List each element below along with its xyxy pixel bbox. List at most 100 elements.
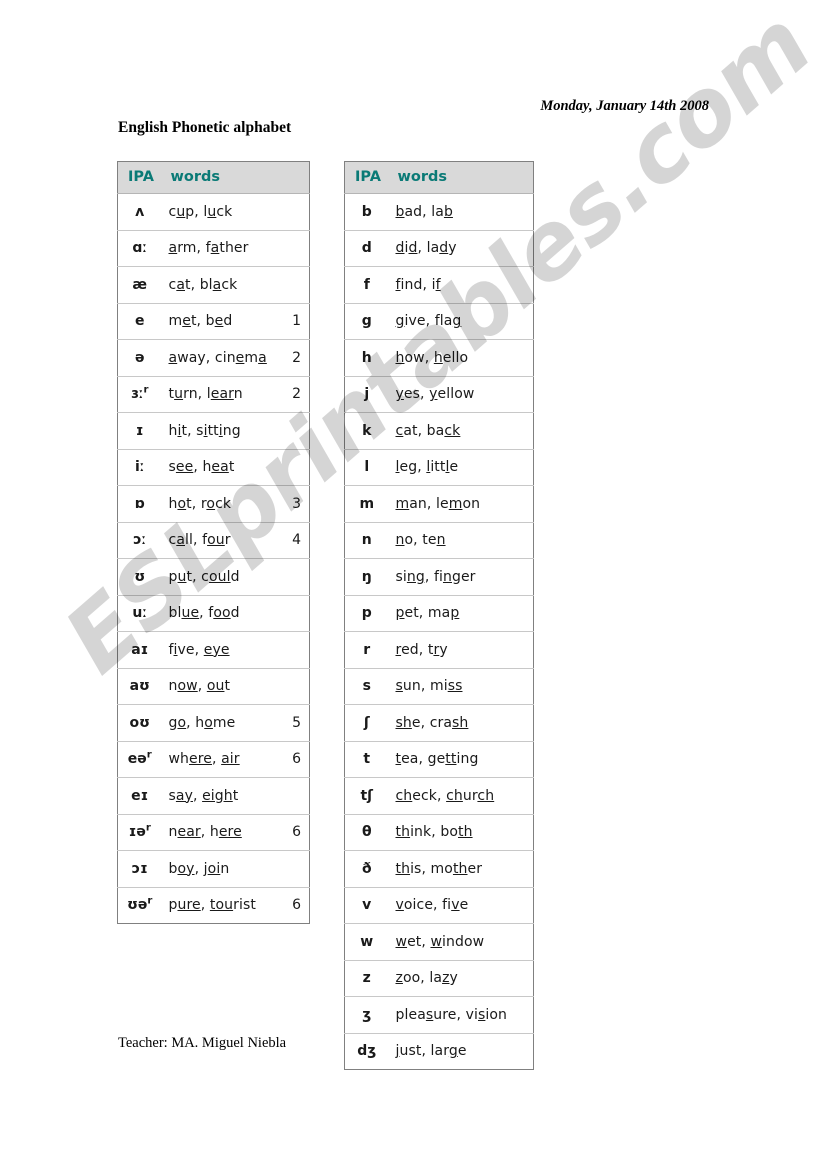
note-number: 2 bbox=[279, 375, 310, 413]
example-words: five, eye bbox=[161, 631, 280, 668]
table-row: ʒ pleasure, vision bbox=[344, 996, 534, 1033]
table-row: f find, if bbox=[344, 266, 534, 303]
ipa-symbol: l bbox=[344, 448, 389, 486]
table-row: h how, hello bbox=[344, 339, 534, 376]
ipa-symbol: eər bbox=[117, 740, 162, 778]
table-row: t tea, getting bbox=[344, 740, 534, 778]
example-words: go, home bbox=[161, 704, 280, 741]
table-row: θ think, both bbox=[344, 813, 534, 851]
table-row: eər where, air 6 bbox=[117, 740, 310, 778]
ipa-symbol: v bbox=[344, 886, 389, 924]
note-number: 1 bbox=[279, 302, 310, 340]
example-words: near, here bbox=[161, 813, 280, 851]
ipa-symbol: b bbox=[361, 203, 372, 220]
ipa-symbol: e bbox=[117, 302, 162, 340]
example-words: check, church bbox=[388, 777, 534, 814]
example-words: call, four bbox=[161, 521, 280, 559]
table-row: d did, lady bbox=[344, 229, 534, 267]
ipa-symbol: ɔː bbox=[117, 521, 162, 559]
table-row: uː blue, food bbox=[117, 594, 310, 632]
table-row: ŋ sing, finger bbox=[344, 558, 534, 595]
ipa-symbol: ʊər bbox=[117, 886, 162, 924]
column-header-ipa: IPA bbox=[117, 161, 162, 194]
ipa-symbol: n bbox=[344, 521, 389, 559]
example-words: man, lemon bbox=[388, 485, 534, 522]
document-date: Monday, January 14th 2008 bbox=[540, 98, 709, 114]
consonants-table-header: IPA words bbox=[344, 161, 534, 194]
ipa-symbol: t bbox=[344, 740, 389, 778]
example-words: she, crash bbox=[388, 704, 534, 741]
page-title: English Phonetic alphabet bbox=[118, 119, 292, 136]
ipa-symbol: ə bbox=[117, 339, 162, 376]
table-row: n no, ten bbox=[344, 521, 534, 559]
vowels-table-body: ʌ cup, luck ɑː arm, father æ cat, black e met, … bbox=[117, 194, 310, 924]
column-header-words: words bbox=[388, 161, 534, 194]
note-number bbox=[279, 631, 310, 668]
note-number bbox=[279, 667, 310, 705]
column-header-note bbox=[279, 161, 310, 194]
note-number bbox=[279, 412, 310, 449]
example-words: hit, sitting bbox=[161, 412, 280, 449]
example-words: just, large bbox=[388, 1032, 534, 1070]
example-words: cat, black bbox=[161, 266, 280, 303]
ipa-symbol: ɔɪ bbox=[117, 850, 162, 887]
ipa-symbol: p bbox=[344, 594, 389, 632]
example-words: now, out bbox=[161, 667, 280, 705]
note-number bbox=[279, 850, 310, 887]
table-row: s sun, miss bbox=[344, 667, 534, 705]
ipa-symbol: h bbox=[344, 339, 389, 376]
example-words: cat, back bbox=[388, 412, 534, 449]
table-row: tʃ check, church bbox=[344, 777, 534, 814]
table-row: v voice, five bbox=[344, 886, 534, 924]
ipa-symbol: ɪər bbox=[117, 813, 162, 851]
ipa-symbol: oʊ bbox=[117, 704, 162, 741]
example-words: yes, yellow bbox=[388, 375, 534, 413]
table-row: l leg, little bbox=[344, 448, 534, 486]
vowels-table: IPA words ʌ cup, luck ɑː arm, father æ cat, b… bbox=[117, 161, 310, 924]
ipa-symbol: ʒ bbox=[344, 996, 389, 1033]
ipa-symbol: ɒ bbox=[117, 485, 162, 522]
table-row: e met, bed 1 bbox=[117, 302, 310, 340]
table-row: ʊ put, could bbox=[117, 558, 310, 595]
table-row: ʊər pure, tourist 6 bbox=[117, 886, 310, 924]
table-row: ɪər near, here 6 bbox=[117, 813, 310, 851]
ipa-symbol: w bbox=[344, 923, 389, 960]
example-words: sing, finger bbox=[388, 558, 534, 595]
table-row: ə away, cinema 2 bbox=[117, 339, 310, 376]
example-words: pleasure, vision bbox=[388, 996, 534, 1033]
example-words: sun, miss bbox=[388, 667, 534, 705]
table-row: oʊ go, home 5 bbox=[117, 704, 310, 741]
example-words: this, mother bbox=[388, 850, 534, 887]
ipa-symbol: ð bbox=[344, 850, 389, 887]
ipa-symbol: ʊ bbox=[117, 558, 162, 595]
ipa-symbol: ʌ bbox=[135, 203, 145, 220]
table-row: ɑː arm, father bbox=[117, 229, 310, 267]
table-header-row: IPA words bbox=[117, 161, 310, 194]
example-words: boy, join bbox=[161, 850, 280, 887]
example-words: give, flag bbox=[388, 302, 534, 340]
consonants-table-body: b bad, lab d did, lady f find, if g give, flag h… bbox=[344, 194, 534, 1070]
table-row: dʒ just, large bbox=[344, 1032, 534, 1070]
example-words: voice, five bbox=[388, 886, 534, 924]
column-header-words: words bbox=[161, 161, 280, 194]
vowels-table-header: IPA words bbox=[117, 161, 310, 194]
example-words: pure, tourist bbox=[161, 886, 280, 924]
note-number: 2 bbox=[279, 339, 310, 376]
table-row: ʃ she, crash bbox=[344, 704, 534, 741]
table-row: aɪ five, eye bbox=[117, 631, 310, 668]
ipa-symbol: g bbox=[344, 302, 389, 340]
example-words: blue, food bbox=[161, 594, 280, 632]
example-words: bad, lab bbox=[395, 203, 453, 220]
example-words: away, cinema bbox=[161, 339, 280, 376]
table-row: j yes, yellow bbox=[344, 375, 534, 413]
table-row: æ cat, black bbox=[117, 266, 310, 303]
example-words: say, eight bbox=[161, 777, 280, 814]
example-words: how, hello bbox=[388, 339, 534, 376]
example-words: think, both bbox=[388, 813, 534, 851]
example-words: turn, learn bbox=[161, 375, 280, 413]
example-words: red, try bbox=[388, 631, 534, 668]
example-words: wet, window bbox=[388, 923, 534, 960]
example-words: put, could bbox=[161, 558, 280, 595]
ipa-symbol: d bbox=[344, 229, 389, 267]
note-number bbox=[279, 777, 310, 814]
